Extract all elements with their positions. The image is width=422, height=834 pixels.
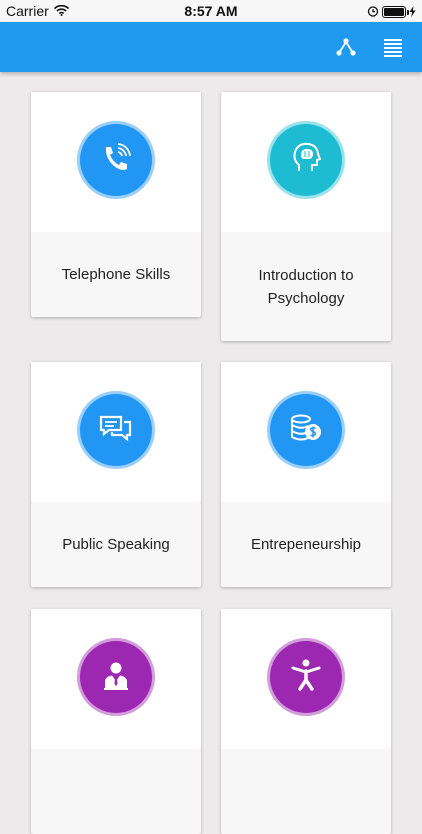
brain-head-icon bbox=[286, 138, 326, 183]
course-card[interactable] bbox=[221, 609, 391, 834]
course-title: Entrepeneurship bbox=[250, 536, 362, 553]
status-right bbox=[367, 4, 416, 20]
course-icon-circle bbox=[77, 638, 155, 716]
app-bar bbox=[0, 22, 422, 72]
card-image-area bbox=[31, 362, 201, 502]
status-bar: Carrier 8:57 AM bbox=[0, 0, 422, 22]
list-menu-icon[interactable] bbox=[380, 34, 406, 60]
card-image-area bbox=[221, 362, 391, 502]
course-card[interactable]: Public Speaking bbox=[31, 362, 201, 587]
course-title: Telephone Skills bbox=[61, 266, 171, 283]
battery-fill bbox=[384, 8, 404, 16]
course-card[interactable]: Introduction to Psychology bbox=[221, 92, 391, 341]
businessman-icon bbox=[96, 655, 136, 700]
card-image-area bbox=[31, 92, 201, 232]
course-icon-circle bbox=[267, 121, 345, 199]
course-icon-circle bbox=[267, 391, 345, 469]
course-icon-circle bbox=[267, 638, 345, 716]
speech-bubbles-icon bbox=[96, 408, 136, 453]
course-title bbox=[231, 749, 381, 834]
coins-dollar-icon bbox=[286, 408, 326, 453]
phone-icon bbox=[96, 138, 136, 183]
alarm-icon bbox=[367, 4, 379, 20]
share-nodes-icon[interactable] bbox=[333, 34, 359, 60]
course-title: Public Speaking bbox=[62, 536, 170, 553]
charging-bolt-icon bbox=[409, 4, 416, 20]
card-image-area bbox=[31, 609, 201, 749]
card-image-area bbox=[221, 92, 391, 232]
course-title bbox=[41, 749, 191, 834]
course-card[interactable]: Telephone Skills bbox=[31, 92, 201, 317]
card-image-area bbox=[221, 609, 391, 749]
course-card[interactable] bbox=[31, 609, 201, 834]
course-title: Introduction to Psychology bbox=[258, 266, 354, 307]
accessibility-person-icon bbox=[286, 655, 326, 700]
battery-icon bbox=[382, 6, 409, 18]
course-card[interactable]: Entrepeneurship bbox=[221, 362, 391, 587]
status-time: 8:57 AM bbox=[184, 3, 238, 19]
course-icon-circle bbox=[77, 121, 155, 199]
course-icon-circle bbox=[77, 391, 155, 469]
